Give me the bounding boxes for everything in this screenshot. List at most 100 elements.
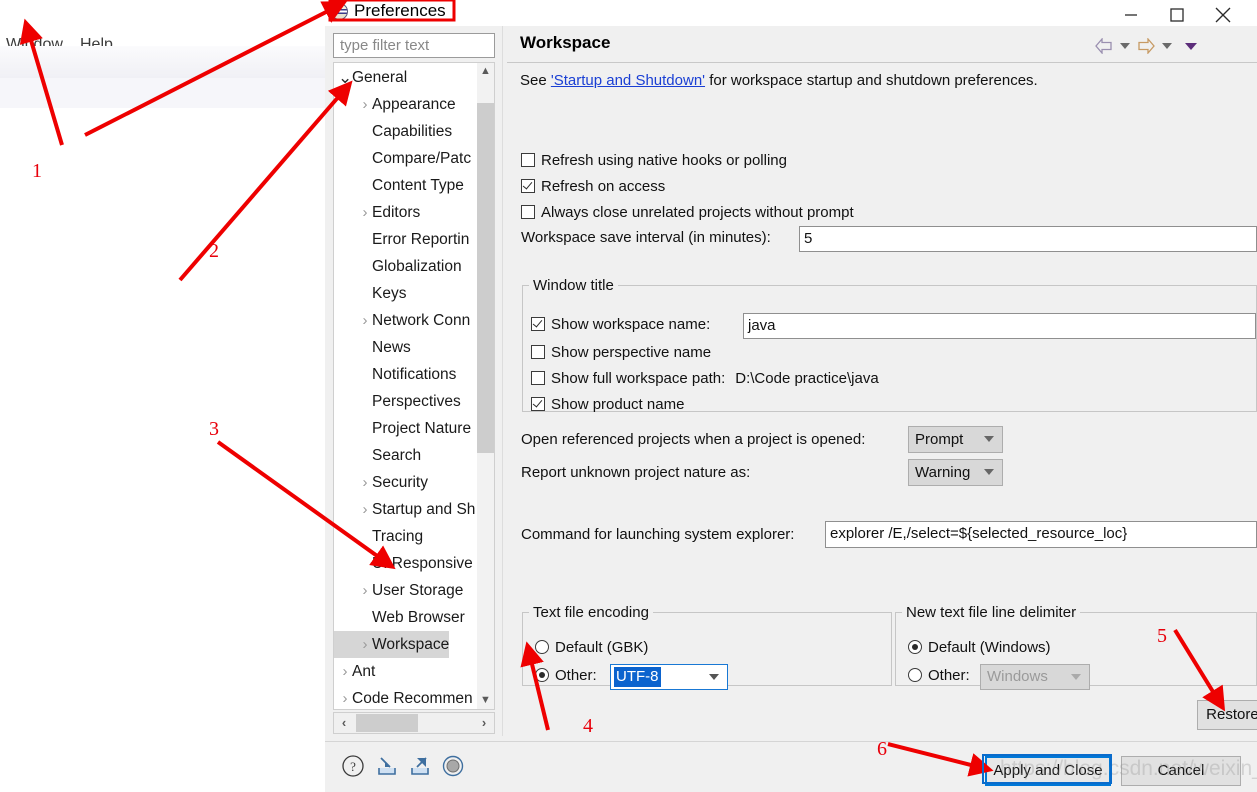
checkbox-box[interactable] [521,179,535,193]
checkbox-box[interactable] [531,345,545,359]
tree-item-workspace[interactable]: › Workspace [334,631,450,658]
toolbar [0,46,325,118]
tree-item-perspectives[interactable]: Perspectives [334,388,461,415]
perspective-bar [0,78,325,109]
record-icon[interactable] [441,754,465,778]
scroll-right-arrow[interactable]: › [474,713,494,733]
help-icon[interactable]: ? [341,754,365,778]
radio-delimiter-other[interactable]: Other: [908,667,970,684]
checkbox-refresh-native-hooks[interactable]: Refresh using native hooks or polling [521,152,787,169]
pane-divider [502,26,503,736]
tree-item-keys[interactable]: Keys [334,280,406,307]
tree-item-label: Keys [372,285,407,302]
checkbox-show-product-name[interactable]: Show product name [531,396,684,413]
checkbox-label: Show workspace name: [551,316,711,333]
chevron-right-icon[interactable]: › [358,496,372,523]
radio-circle[interactable] [908,668,922,682]
chevron-right-icon[interactable]: › [358,307,372,334]
radio-circle[interactable] [535,640,549,654]
import-icon[interactable] [375,754,399,778]
checkbox-refresh-on-access[interactable]: Refresh on access [521,178,665,195]
restore-defaults-button[interactable]: Restore Defaults [1197,700,1257,730]
tree-item-label: UI Responsive [372,555,473,572]
tree-item-editors[interactable]: › Editors [334,199,421,226]
checkbox-box[interactable] [521,153,535,167]
tree-item-error-reportin[interactable]: Error Reportin [334,226,469,253]
preferences-tree[interactable]: ⌄General › Appearance Capabilities Compare… [333,62,495,710]
startup-shutdown-link[interactable]: 'Startup and Shutdown' [551,72,705,89]
tree-item-project-nature[interactable]: Project Nature [334,415,471,442]
scroll-down-arrow[interactable]: ▼ [477,692,494,709]
tree-item-compare-patc[interactable]: Compare/Patc [334,145,471,172]
checkbox-box[interactable] [531,397,545,411]
radio-encoding-default[interactable]: Default (GBK) [535,639,648,656]
save-interval-input[interactable]: 5 [799,226,1257,252]
chevron-right-icon[interactable]: › [358,91,372,118]
tree-horizontal-scrollbar[interactable]: ‹ › [333,712,495,734]
tree-item-notifications[interactable]: Notifications [334,361,456,388]
tree-item-label: Search [372,447,422,464]
checkbox-box[interactable] [531,317,545,331]
radio-circle[interactable] [535,668,549,682]
tree-item-tracing[interactable]: Tracing [334,523,423,550]
radio-delimiter-default[interactable]: Default (Windows) [908,639,1051,656]
tree-item-ui-responsive[interactable]: UI Responsive [334,550,473,577]
tree-item-general[interactable]: ⌄General [334,64,407,91]
explorer-command-input[interactable]: explorer /E,/select=${selected_resource_… [825,521,1257,548]
tree-item-capabilities[interactable]: Capabilities [334,118,452,145]
encoding-other-combo[interactable]: UTF-8 [610,664,728,690]
tree-item-security[interactable]: › Security [334,469,429,496]
scroll-up-arrow[interactable]: ▲ [477,63,494,80]
tree-item-web-browser[interactable]: Web Browser [334,604,465,631]
open-referenced-combo[interactable]: Prompt [908,426,1003,453]
tree-vertical-scrollbar[interactable]: ▲ ▼ [477,63,494,709]
tree-scroll-thumb[interactable] [477,103,494,453]
chevron-right-icon[interactable]: › [338,658,352,685]
radio-circle[interactable] [908,640,922,654]
tree-item-ant[interactable]: › Ant [334,658,376,685]
chevron-down-icon[interactable]: ⌄ [338,64,352,91]
scroll-left-arrow[interactable]: ‹ [334,713,354,733]
checkbox-show-perspective-name[interactable]: Show perspective name [531,344,711,361]
text-file-encoding-legend: Text file encoding [533,604,649,621]
checkbox-always-close-unrelated[interactable]: Always close unrelated projects without … [521,204,854,221]
back-menu-chevron-down-icon[interactable] [1120,43,1130,49]
tree-item-user-storage[interactable]: › User Storage [334,577,464,604]
chevron-right-icon[interactable]: › [358,577,372,604]
tree-item-label: Globalization [372,258,462,275]
forward-menu-chevron-down-icon[interactable] [1162,43,1172,49]
combo-value: Prompt [915,431,964,448]
tree-item-network-conn[interactable]: › Network Conn [334,307,471,334]
workspace-name-input[interactable]: java [743,313,1256,339]
checkbox-box[interactable] [521,205,535,219]
chevron-right-icon[interactable]: › [358,199,372,226]
tree-item-appearance[interactable]: › Appearance [334,91,456,118]
radio-encoding-other[interactable]: Other: [535,667,597,684]
annotation-number-1: 1 [32,160,42,182]
checkbox-box[interactable] [531,371,545,385]
forward-arrow-icon[interactable] [1137,38,1155,54]
export-icon[interactable] [408,754,432,778]
filter-input[interactable]: type filter text [333,33,495,58]
checkbox-show-workspace-name[interactable]: Show workspace name: [531,316,710,333]
tree-hscroll-thumb[interactable] [356,714,418,732]
chevron-right-icon[interactable]: › [338,685,352,709]
tree-item-startup-and-sh[interactable]: › Startup and Sh [334,496,476,523]
back-arrow-icon[interactable] [1095,38,1113,54]
tree-item-search[interactable]: Search [334,442,421,469]
report-nature-combo[interactable]: Warning [908,459,1003,486]
chevron-right-icon[interactable]: › [358,469,372,496]
tree-item-globalization[interactable]: Globalization [334,253,462,280]
chevron-right-icon[interactable]: › [358,631,372,658]
view-menu-chevron-down-icon[interactable] [1185,43,1197,50]
tree-item-content-type[interactable]: Content Type [334,172,464,199]
checkbox-show-full-workspace-path[interactable]: Show full workspace path: D:\Code practic… [531,370,879,387]
tree-item-code-recommen[interactable]: › Code Recommen [334,685,473,709]
tree-item-news[interactable]: News [334,334,411,361]
